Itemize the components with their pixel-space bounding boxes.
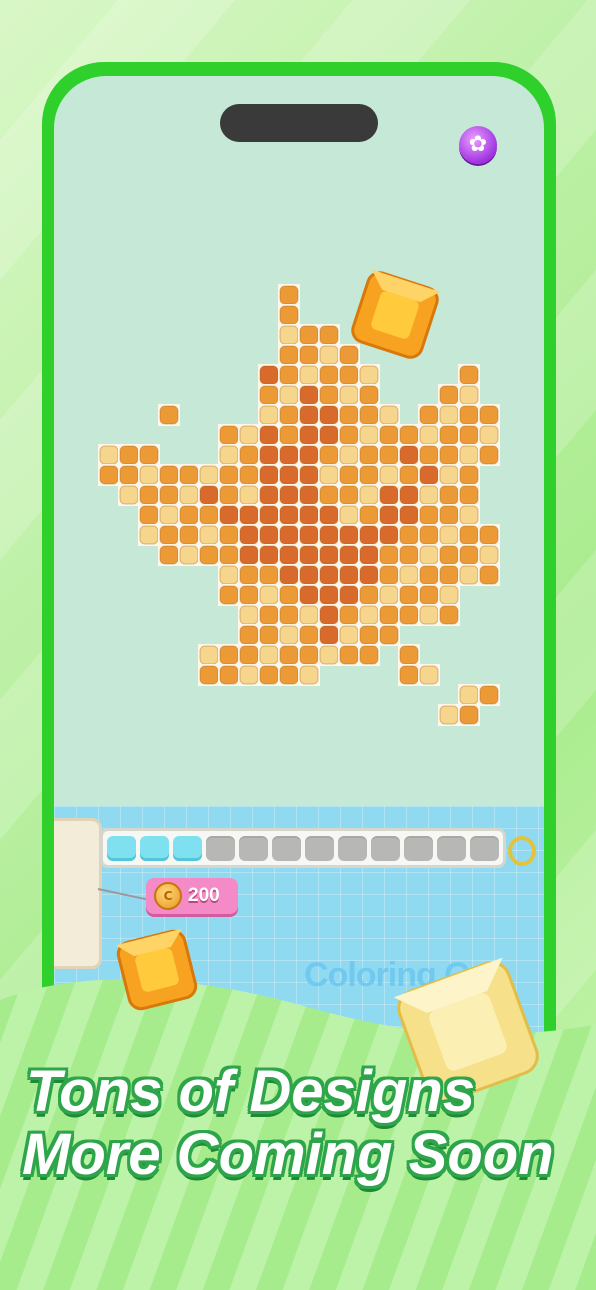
headline-line-2: More Coming Soon <box>22 1122 554 1187</box>
headline: Tons of Designs More Coming Soon <box>0 1058 596 1188</box>
headline-line-1: Tons of Designs <box>26 1059 475 1124</box>
gem-icon <box>115 928 198 1011</box>
gem-icon <box>351 269 441 359</box>
